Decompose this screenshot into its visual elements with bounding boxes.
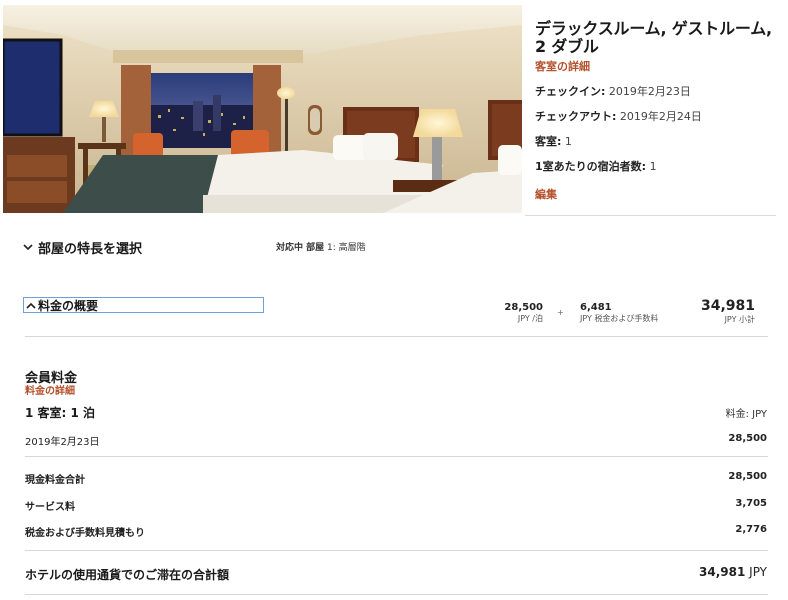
tax-price: 6,481 JPY 税金および手数料 xyxy=(580,302,690,324)
rate-details-link[interactable]: 料金の詳細 xyxy=(25,382,75,397)
room-details-link[interactable]: 客室の詳細 xyxy=(535,58,785,74)
guests-row: 1室あたりの宿泊者数: 1 xyxy=(535,160,785,174)
subtotal-value: 34,981 xyxy=(700,298,755,314)
service-charge-label: サービス料 xyxy=(25,502,75,513)
tax-price-unit: JPY 税金および手数料 xyxy=(580,314,659,323)
checkin-value: 2019年2月23日 xyxy=(608,85,691,98)
grand-total-label: ホテルの使用通貨でのご滞在の合計額 xyxy=(25,568,230,582)
nightly-price: 28,500 JPY /泊 xyxy=(495,302,543,324)
plus-sign: + xyxy=(557,308,564,317)
edit-link[interactable]: 編集 xyxy=(535,186,785,202)
rooms-value: 1 xyxy=(564,135,572,148)
room-features-status: 対応中 部屋 1: 高層階 xyxy=(276,240,366,253)
grand-total: 34,981 JPY xyxy=(699,565,767,579)
guests-value: 1 xyxy=(649,160,657,173)
stay-date: 2019年2月23日 xyxy=(25,437,100,448)
features-status-value: 1: 高層階 xyxy=(327,243,366,253)
checkin-label: チェックイン: xyxy=(535,85,606,98)
divider xyxy=(25,456,768,457)
cash-total-value: 28,500 xyxy=(728,471,767,482)
checkin-row: チェックイン: 2019年2月23日 xyxy=(535,85,785,99)
grand-total-currency: JPY xyxy=(749,565,767,579)
chevron-down-icon xyxy=(23,244,33,251)
divider xyxy=(25,594,768,595)
grand-total-value: 34,981 xyxy=(699,565,746,579)
checkout-value: 2019年2月24日 xyxy=(619,110,702,123)
rooms-label: 客室: xyxy=(535,135,562,148)
rooms-row: 客室: 1 xyxy=(535,135,785,149)
rate-summary-toggle[interactable]: 料金の概要 xyxy=(23,297,264,313)
rate-currency: 料金: JPY xyxy=(725,409,767,420)
stay-date-value: 28,500 xyxy=(728,433,767,444)
tax-estimate-value: 2,776 xyxy=(735,524,767,535)
features-status-prefix: 対応中 部屋 xyxy=(276,243,325,253)
chevron-up-icon xyxy=(26,302,36,309)
rate-summary-label: 料金の概要 xyxy=(38,299,99,313)
nightly-price-value: 28,500 xyxy=(504,302,543,313)
divider xyxy=(525,215,776,216)
cash-total-label: 現金料金合計 xyxy=(25,475,85,486)
checkout-row: チェックアウト: 2019年2月24日 xyxy=(535,110,785,124)
tax-price-value: 6,481 xyxy=(580,302,612,313)
subtotal-unit: JPY 小計 xyxy=(724,315,755,324)
divider xyxy=(25,550,768,551)
tax-estimate-label: 税金および手数料見積もり xyxy=(25,528,145,539)
divider xyxy=(25,336,768,337)
room-features-title: 部屋の特長を選択 xyxy=(38,242,143,257)
guests-label: 1室あたりの宿泊者数: xyxy=(535,160,647,173)
checkout-label: チェックアウト: xyxy=(535,110,617,123)
room-photo xyxy=(3,5,522,213)
room-features-toggle[interactable]: 部屋の特長を選択 対応中 部屋 1: 高層階 xyxy=(22,237,762,257)
room-title: デラックスルーム, ゲストルーム, 2 ダブル xyxy=(535,19,772,56)
room-info: デラックスルーム, ゲストルーム, 2 ダブル 客室の詳細 チェックイン: 20… xyxy=(535,20,785,202)
room-image xyxy=(3,5,522,213)
nightly-price-unit: JPY /泊 xyxy=(517,314,543,323)
subtotal-price: 34,981 JPY 小計 xyxy=(690,298,755,325)
service-charge-value: 3,705 xyxy=(735,498,767,509)
room-night-count: 1 客室: 1 泊 xyxy=(25,406,96,420)
